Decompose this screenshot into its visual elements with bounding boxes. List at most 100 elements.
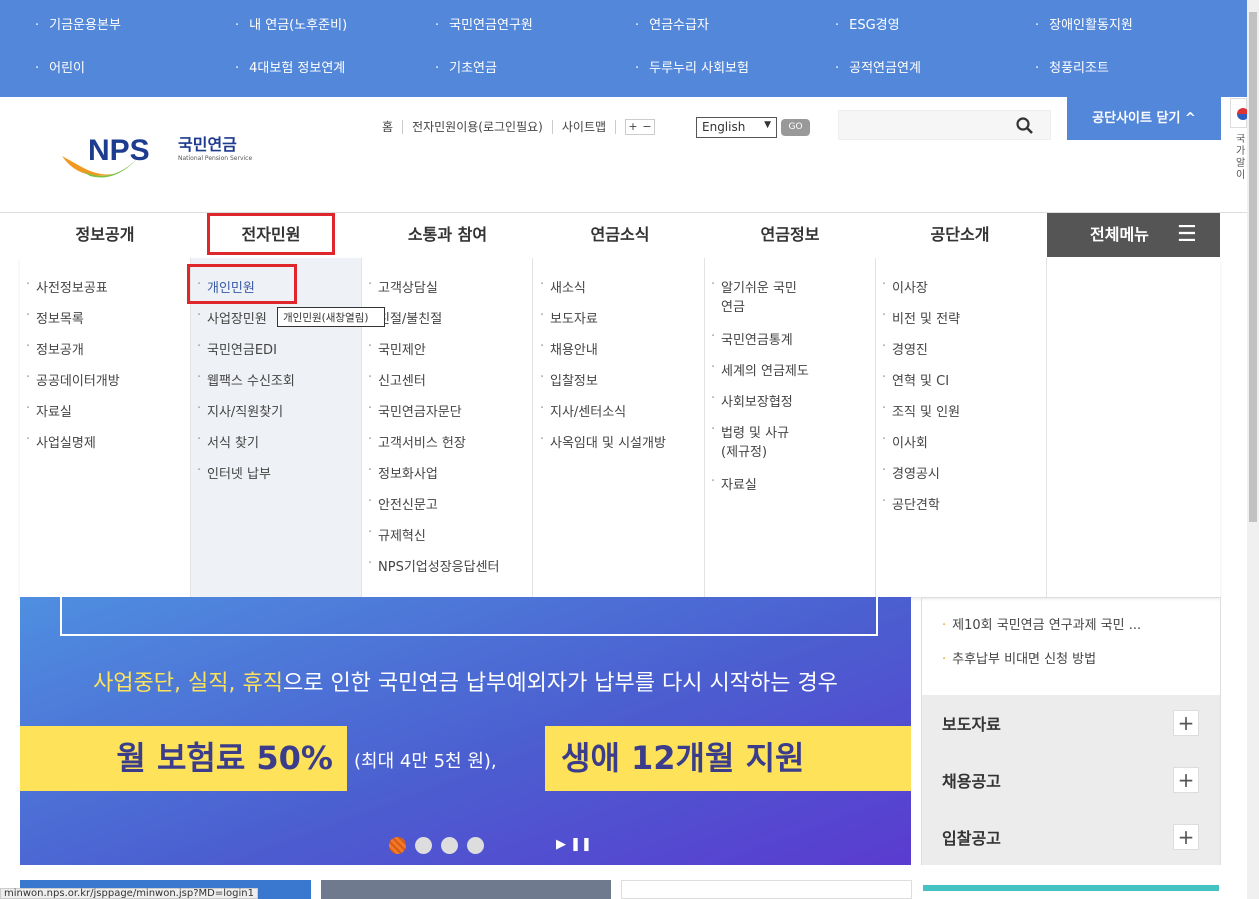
top-link[interactable]: 어린이	[35, 57, 85, 76]
nav-e-service[interactable]: 전자민원	[207, 213, 335, 255]
play-icon[interactable]: ▶	[556, 837, 566, 852]
top-link[interactable]: 기초연금	[435, 57, 497, 76]
banner-box-support: 생애 12개월 지원	[545, 726, 911, 791]
menu-item[interactable]: 공단견학	[876, 494, 1046, 525]
nps-logo[interactable]: NPS 국민연금 National Pension Service	[60, 128, 260, 183]
main-banner[interactable]: 사업중단, 실직, 휴직으로 인한 국민연금 납부예외자가 납부를 다시 시작하…	[20, 597, 911, 865]
home-link[interactable]: 홈	[382, 118, 393, 135]
slide-dot-3[interactable]	[441, 837, 458, 854]
menu-item[interactable]: 인터넷 납부	[191, 463, 361, 494]
scrollbar-thumb[interactable]	[1249, 12, 1257, 522]
section-bid[interactable]: 입찰공고	[942, 825, 1001, 849]
menu-item[interactable]: 지사/센터소식	[534, 401, 704, 432]
all-menu-button[interactable]: 전체메뉴 ☰	[1047, 213, 1220, 257]
menu-item[interactable]: 경영진	[876, 339, 1046, 370]
card-2[interactable]	[321, 880, 611, 899]
section-press[interactable]: 보도자료	[942, 711, 1001, 735]
font-size-controls: + −	[625, 118, 656, 135]
menu-item[interactable]: 안전신문고	[362, 494, 532, 525]
menu-item[interactable]: 자료실	[705, 474, 875, 505]
hamburger-icon: ☰	[1177, 222, 1197, 247]
top-link[interactable]: 국민연금연구원	[435, 14, 533, 33]
card-3[interactable]	[621, 880, 912, 899]
nav-pension-news[interactable]: 연금소식	[555, 213, 685, 259]
slide-dot-1[interactable]	[389, 837, 406, 854]
menu-column: 고객상담실친절/불친절국민제안신고센터국민연금자문단고객서비스 헌장정보화사업안…	[362, 258, 533, 597]
menu-item[interactable]: 친절/불친절	[362, 308, 532, 339]
top-link[interactable]: ESG경영	[835, 14, 899, 33]
nav-communication[interactable]: 소통과 참여	[380, 213, 515, 259]
menu-item[interactable]: 신고센터	[362, 370, 532, 401]
slide-dot-2[interactable]	[415, 837, 432, 854]
top-link[interactable]: 4대보험 정보연계	[235, 57, 345, 76]
top-link[interactable]: 내 연금(노후준비)	[235, 14, 347, 33]
menu-item[interactable]: 사업실명제	[20, 432, 190, 463]
menu-item[interactable]: 비전 및 전략	[876, 308, 1046, 339]
expand-press-button[interactable]: +	[1173, 710, 1199, 736]
taegukgi-icon[interactable]	[1230, 98, 1249, 128]
menu-item[interactable]: 공공데이터개방	[20, 370, 190, 401]
menu-item[interactable]: 고객서비스 헌장	[362, 432, 532, 463]
menu-item[interactable]: 보도자료	[534, 308, 704, 339]
slide-dot-4[interactable]	[467, 837, 484, 854]
menu-item[interactable]: 고객상담실	[362, 277, 532, 308]
menu-item[interactable]: 연혁 및 CI	[876, 370, 1046, 401]
menu-item[interactable]: 국민연금통계	[705, 329, 875, 360]
menu-item[interactable]: 새소식	[534, 277, 704, 308]
expand-recruit-button[interactable]: +	[1173, 767, 1199, 793]
expand-bid-button[interactable]: +	[1173, 824, 1199, 850]
menu-item[interactable]: 사회보장협정	[705, 391, 875, 422]
menu-item[interactable]: 국민연금EDI	[191, 339, 361, 370]
news-item[interactable]: 제10회 국민연금 연구과제 국민 ...	[942, 614, 1141, 633]
banner-rest: 으로 인한 국민연금 납부예외자가 납부를 다시 시작하는 경우	[282, 671, 838, 696]
top-link[interactable]: 장애인활동지원	[1035, 14, 1133, 33]
main-nav: 정보공개 전자민원 소통과 참여 연금소식 연금정보 공단소개 전체메뉴 ☰	[0, 212, 1247, 258]
search-icon[interactable]	[1016, 117, 1033, 134]
top-link[interactable]: 청풍리조트	[1035, 57, 1109, 76]
menu-item[interactable]: 채용안내	[534, 339, 704, 370]
utility-links: 홈 전자민원이용(로그인필요) 사이트맵 + −	[382, 118, 656, 135]
slide-controls: ▶ ❚❚	[556, 837, 592, 852]
menu-item[interactable]: 정보화사업	[362, 463, 532, 494]
menu-item[interactable]: 자료실	[20, 401, 190, 432]
top-link[interactable]: 연금수급자	[635, 14, 709, 33]
menu-item[interactable]: 규제혁신	[362, 525, 532, 556]
section-recruit[interactable]: 채용공고	[942, 768, 1001, 792]
go-button[interactable]: GO	[781, 119, 810, 136]
nav-info-disclosure[interactable]: 정보공개	[40, 213, 170, 259]
menu-item[interactable]: 지사/직원찾기	[191, 401, 361, 432]
sitemap-link[interactable]: 사이트맵	[562, 118, 606, 135]
menu-item[interactable]: 국민제안	[362, 339, 532, 370]
eservice-link[interactable]: 전자민원이용(로그인필요)	[412, 118, 543, 135]
menu-item[interactable]: 세계의 연금제도	[705, 360, 875, 391]
close-site-button[interactable]: 공단사이트 닫기 ^	[1067, 97, 1221, 140]
menu-item[interactable]: 조직 및 인원	[876, 401, 1046, 432]
menu-item[interactable]: 사전정보공표	[20, 277, 190, 308]
search-input[interactable]	[838, 110, 1051, 140]
menu-item[interactable]: 정보공개	[20, 339, 190, 370]
menu-item[interactable]: 법령 및 사규(제규정)	[705, 422, 805, 474]
menu-item[interactable]: 알기쉬운 국민연금	[705, 277, 805, 329]
menu-item[interactable]: 국민연금자문단	[362, 401, 532, 432]
menu-item[interactable]: 이사장	[876, 277, 1046, 308]
top-link[interactable]: 공적연금연계	[835, 57, 921, 76]
menu-item[interactable]: NPS기업성장응답센터	[362, 556, 532, 587]
card-4[interactable]	[923, 885, 1219, 891]
menu-item[interactable]: 이사회	[876, 432, 1046, 463]
font-decrease-button[interactable]: −	[640, 120, 654, 134]
menu-item[interactable]: 정보목록	[20, 308, 190, 339]
pause-icon[interactable]: ❚❚	[570, 837, 592, 852]
language-select[interactable]: English ▼	[696, 117, 777, 138]
nav-about[interactable]: 공단소개	[895, 213, 1025, 259]
menu-item[interactable]: 사옥임대 및 시설개방	[534, 432, 704, 463]
font-increase-button[interactable]: +	[626, 120, 640, 134]
menu-item[interactable]: 경영공시	[876, 463, 1046, 494]
news-panel: 제10회 국민연금 연구과제 국민 ... 추후납부 비대면 신청 방법 보도자…	[921, 597, 1221, 865]
menu-item[interactable]: 입찰정보	[534, 370, 704, 401]
menu-item[interactable]: 웹팩스 수신조회	[191, 370, 361, 401]
top-link[interactable]: 기금운용본부	[35, 14, 121, 33]
menu-item[interactable]: 서식 찾기	[191, 432, 361, 463]
top-link[interactable]: 두루누리 사회보험	[635, 57, 749, 76]
news-item[interactable]: 추후납부 비대면 신청 방법	[942, 648, 1096, 667]
nav-pension-info[interactable]: 연금정보	[725, 213, 855, 259]
